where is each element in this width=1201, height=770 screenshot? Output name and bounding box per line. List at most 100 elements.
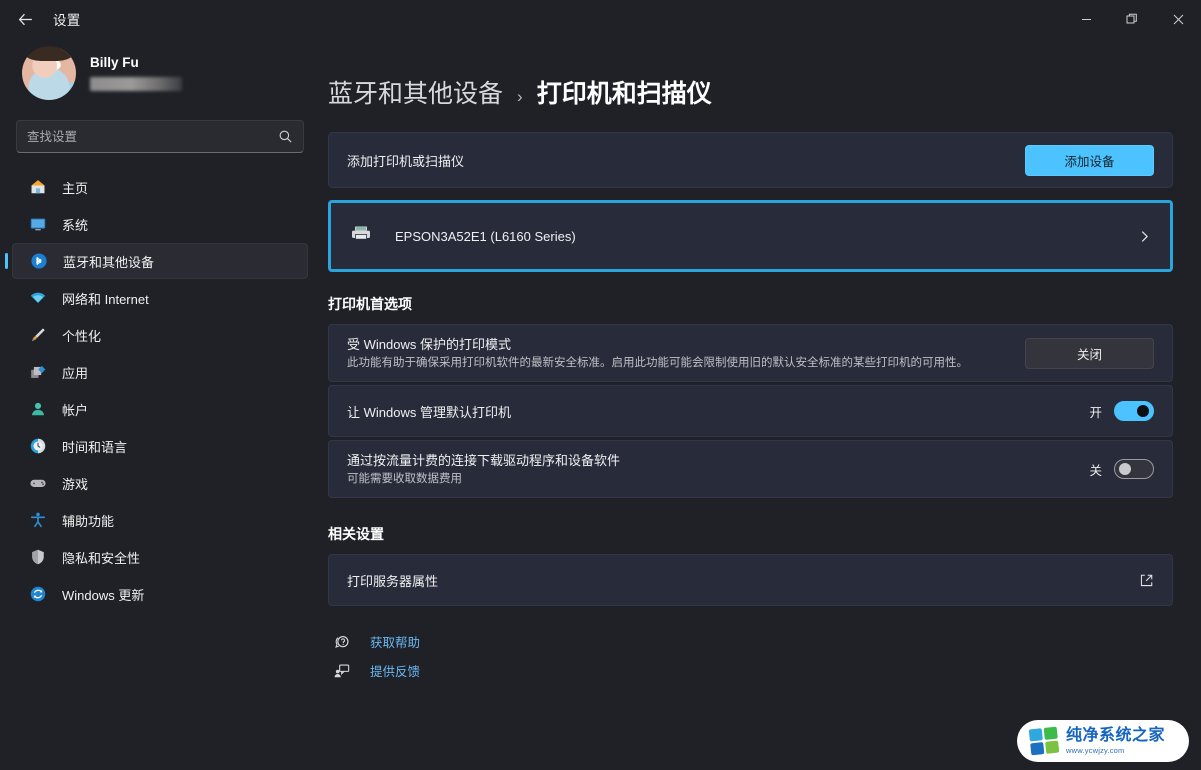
sidebar-item-label: 辅助功能 [62,513,115,529]
shield-icon [28,547,48,567]
printer-preferences-title: 打印机首选项 [328,296,412,312]
sidebar-item-privacy-security[interactable]: 隐私和安全性 [12,539,308,575]
settings-window: 设置 Billy Fu 查找设置 主页 系统 蓝牙和其他设备 网络和 Inter… [0,0,1201,770]
sidebar-item-system[interactable]: 系统 [12,206,308,242]
metered-download-text: 通过按流量计费的连接下载驱动程序和设备软件 可能需要收取数据费用 [347,450,646,488]
user-profile[interactable]: Billy Fu [12,38,308,114]
protected-print-mode-description: 此功能有助于确保采用打印机软件的最新安全标准。启用此功能可能会限制使用旧的默认安… [347,357,968,370]
printer-highlight-box: EPSON3A52E1 (L6160 Series) [328,200,1173,272]
get-help-label: 获取帮助 [370,636,421,650]
avatar [22,46,76,100]
manage-default-printer-label: 让 Windows 管理默认打印机 [347,404,511,420]
printer-name: EPSON3A52E1 (L6160 Series) [395,228,576,244]
sidebar-item-bluetooth-devices[interactable]: 蓝牙和其他设备 [12,243,308,279]
sidebar: Billy Fu 查找设置 主页 系统 蓝牙和其他设备 网络和 Internet… [0,38,320,770]
accessibility-icon [28,510,48,530]
watermark-url: www.ycwjzy.com [1066,745,1125,755]
title-bar: 设置 [0,0,1201,38]
printer-preferences-list: 受 Windows 保护的打印模式 此功能有助于确保采用打印机软件的最新安全标准… [328,324,1173,498]
sidebar-item-apps[interactable]: 应用 [12,354,308,390]
wifi-icon [28,288,48,308]
close-button[interactable] [1155,0,1201,38]
footer-links: 获取帮助 提供反馈 [328,632,1173,680]
help-icon [332,633,352,651]
printer-list-item[interactable]: EPSON3A52E1 (L6160 Series) [331,203,1170,269]
add-printer-row: 添加打印机或扫描仪 添加设备 [328,132,1173,188]
sidebar-item-label: 游戏 [62,476,89,492]
close-icon [1173,14,1183,24]
metered-download-row: 通过按流量计费的连接下载驱动程序和设备软件 可能需要收取数据费用 关 [328,440,1173,498]
search-input[interactable] [27,129,278,144]
give-feedback-link[interactable]: 提供反馈 [332,661,1173,680]
sidebar-item-label: 蓝牙和其他设备 [63,254,155,270]
sidebar-item-label: 隐私和安全性 [62,550,141,566]
give-feedback-label: 提供反馈 [370,665,421,679]
update-icon [28,584,48,604]
watermark-text: 纯净系统之家 www.ycwjzy.com [1066,726,1166,755]
metered-download-state: 关 [1089,463,1102,478]
home-icon [28,177,48,197]
restore-icon [1126,13,1137,24]
sidebar-item-network[interactable]: 网络和 Internet [12,280,308,316]
system-icon [28,214,48,234]
breadcrumb: 蓝牙和其他设备 › 打印机和扫描仪 [328,38,1173,132]
add-device-button[interactable]: 添加设备 [1025,144,1154,176]
watermark-title: 纯净系统之家 [1066,726,1166,744]
feedback-icon [332,662,352,680]
manage-default-printer-row: 让 Windows 管理默认打印机 开 [328,385,1173,437]
sidebar-item-personalization[interactable]: 个性化 [12,317,308,353]
clock-icon [28,436,48,456]
gamepad-icon [28,473,48,493]
profile-email-masked [90,77,182,91]
main-content: 蓝牙和其他设备 › 打印机和扫描仪 添加打印机或扫描仪 添加设备 EPSON3A… [320,38,1201,770]
profile-name: Billy Fu [90,55,139,70]
printer-icon [349,222,373,251]
metered-download-label: 通过按流量计费的连接下载驱动程序和设备软件 [347,453,621,469]
sidebar-item-home[interactable]: 主页 [12,169,308,205]
back-button[interactable] [8,4,42,34]
watermark: 纯净系统之家 www.ycwjzy.com [1017,720,1189,762]
sidebar-item-label: 网络和 Internet [62,291,149,307]
minimize-icon [1081,18,1091,20]
metered-download-control: 关 [1089,459,1154,479]
protected-print-mode-button[interactable]: 关闭 [1025,337,1154,369]
account-icon [28,399,48,419]
page-title: 打印机和扫描仪 [536,80,712,108]
protected-print-mode-label: 受 Windows 保护的打印模式 [347,337,511,353]
manage-default-printer-control: 开 [1089,401,1154,421]
apps-icon [28,362,48,382]
print-server-properties-row[interactable]: 打印服务器属性 [328,554,1173,606]
sidebar-item-time-language[interactable]: 时间和语言 [12,428,308,464]
manage-default-printer-state: 开 [1089,405,1102,420]
bluetooth-icon [29,251,49,271]
window-body: Billy Fu 查找设置 主页 系统 蓝牙和其他设备 网络和 Internet… [0,38,1201,770]
sidebar-item-label: 系统 [62,217,89,233]
breadcrumb-parent[interactable]: 蓝牙和其他设备 [328,74,503,110]
protected-print-mode-row: 受 Windows 保护的打印模式 此功能有助于确保采用打印机软件的最新安全标准… [328,324,1173,382]
sidebar-item-accounts[interactable]: 帐户 [12,391,308,427]
metered-download-toggle[interactable] [1114,459,1154,479]
sidebar-item-label: 个性化 [62,328,102,344]
sidebar-item-windows-update[interactable]: Windows 更新 [12,576,308,612]
protected-print-mode-text: 受 Windows 保护的打印模式 此功能有助于确保采用打印机软件的最新安全标准… [347,334,994,372]
breadcrumb-separator-icon: › [517,87,523,106]
maximize-button[interactable] [1109,0,1155,38]
get-help-link[interactable]: 获取帮助 [332,632,1173,651]
profile-text: Billy Fu [90,55,182,91]
search-box[interactable] [16,120,304,153]
minimize-button[interactable] [1063,0,1109,38]
app-title: 设置 [53,13,81,28]
sidebar-nav: 主页 系统 蓝牙和其他设备 网络和 Internet 个性化 应用 帐户 时间和… [12,169,308,612]
sidebar-item-label: 主页 [62,180,89,196]
sidebar-item-label: 帐户 [62,402,89,418]
toggle-knob [1137,405,1149,417]
external-link-icon [1139,573,1154,588]
sidebar-item-accessibility[interactable]: 辅助功能 [12,502,308,538]
sidebar-item-gaming[interactable]: 游戏 [12,465,308,501]
back-arrow-icon [18,13,32,25]
toggle-knob [1119,463,1131,475]
sidebar-item-label: 时间和语言 [62,439,128,455]
chevron-right-icon[interactable] [1137,229,1152,244]
manage-default-printer-toggle[interactable] [1114,401,1154,421]
metered-download-description: 可能需要收取数据费用 [347,473,462,486]
